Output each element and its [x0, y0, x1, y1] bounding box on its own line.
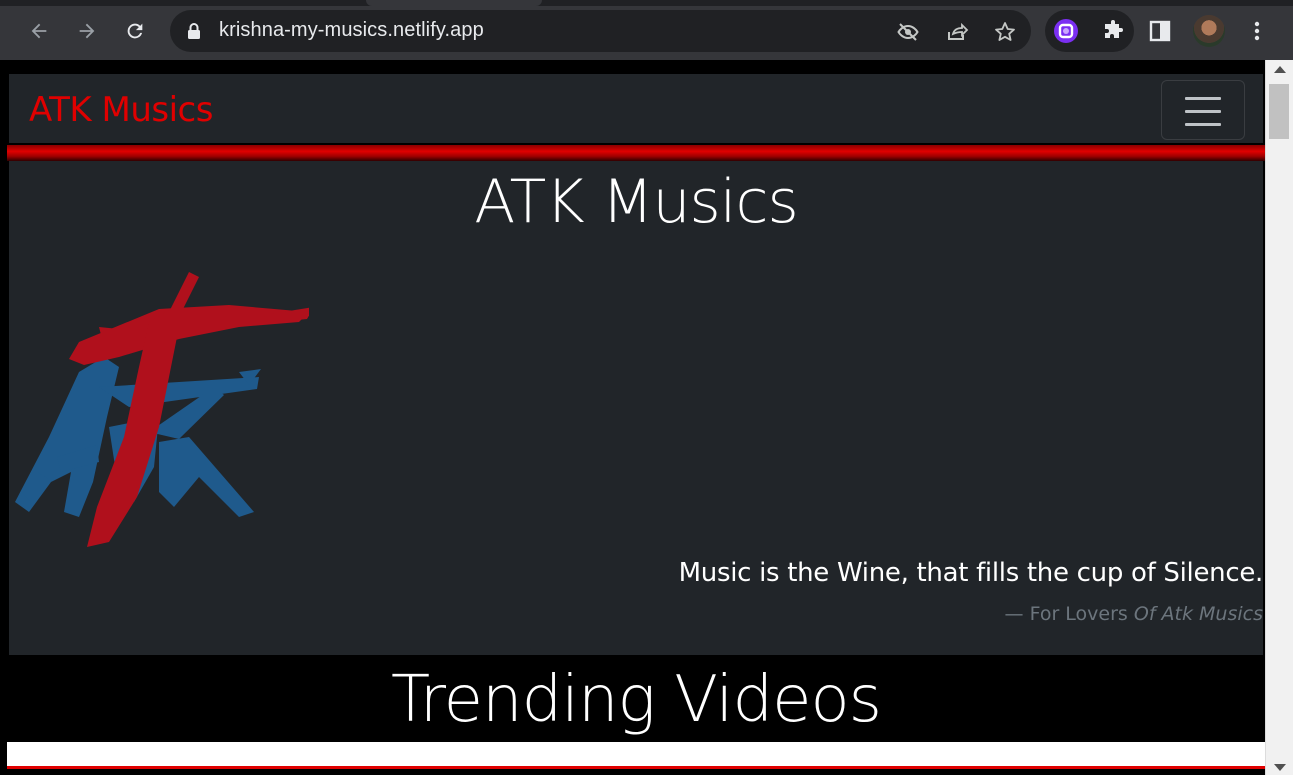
arrow-right-icon — [79, 23, 95, 39]
browser-menu-button[interactable] — [1240, 14, 1274, 48]
navbar-toggler-button[interactable] — [1161, 80, 1245, 140]
quote-footer: — For Lovers Of Atk Musics — [1005, 603, 1263, 625]
reload-icon — [127, 23, 143, 39]
lock-icon[interactable] — [186, 22, 202, 40]
profile-avatar[interactable] — [1193, 15, 1225, 47]
side-panel-icon — [1149, 20, 1171, 42]
scroll-up-arrow[interactable] — [1274, 66, 1286, 73]
active-tab[interactable] — [366, 0, 542, 6]
address-bar[interactable]: krishna-my-musics.netlify.app — [170, 10, 1031, 52]
extensions-button[interactable] — [1096, 14, 1130, 48]
navbar-accent-band — [7, 145, 1265, 161]
side-panel-button[interactable] — [1143, 14, 1177, 48]
hero-quote: Music is the Wine, that fills the cup of… — [678, 558, 1264, 588]
trending-title: Trending Videos — [391, 663, 882, 737]
browser-toolbar: krishna-my-musics.netlify.app — [0, 0, 1293, 60]
url-text[interactable]: krishna-my-musics.netlify.app — [219, 19, 484, 42]
quote-cite: Of Atk Musics — [1133, 603, 1263, 625]
puzzle-icon — [1105, 20, 1123, 38]
quote-footer-prefix: — For Lovers — [1004, 603, 1134, 625]
video-card-border — [7, 766, 1265, 775]
hero-title: ATK Musics — [474, 167, 798, 237]
extensions-pill — [1045, 10, 1134, 52]
star-icon[interactable] — [993, 20, 1017, 44]
extension-app-icon — [1054, 19, 1078, 43]
page-content: ATK Musics ATK Musics Music is the Wine,… — [7, 72, 1265, 775]
forward-button[interactable] — [70, 14, 104, 48]
page-viewport: ATK Musics ATK Musics Music is the Wine,… — [0, 60, 1265, 775]
page-scrollbar[interactable] — [1265, 60, 1293, 775]
kebab-menu-icon — [1254, 21, 1260, 41]
arrow-left-icon — [31, 23, 47, 39]
share-icon[interactable] — [945, 20, 969, 44]
eye-off-icon[interactable] — [896, 20, 920, 44]
navbar-brand[interactable]: ATK Musics — [29, 90, 213, 130]
extension-button[interactable] — [1049, 14, 1083, 48]
scrollbar-thumb[interactable] — [1269, 84, 1289, 139]
scroll-down-arrow[interactable] — [1274, 764, 1286, 771]
back-button[interactable] — [22, 14, 56, 48]
reload-button[interactable] — [118, 14, 152, 48]
site-navbar: ATK Musics — [7, 72, 1265, 145]
atk-logo-icon — [15, 272, 309, 547]
trending-section: Trending Videos — [7, 655, 1265, 751]
tab-strip — [0, 0, 1293, 6]
hero-section: ATK Musics Music is the Wine, that fills… — [9, 161, 1263, 655]
